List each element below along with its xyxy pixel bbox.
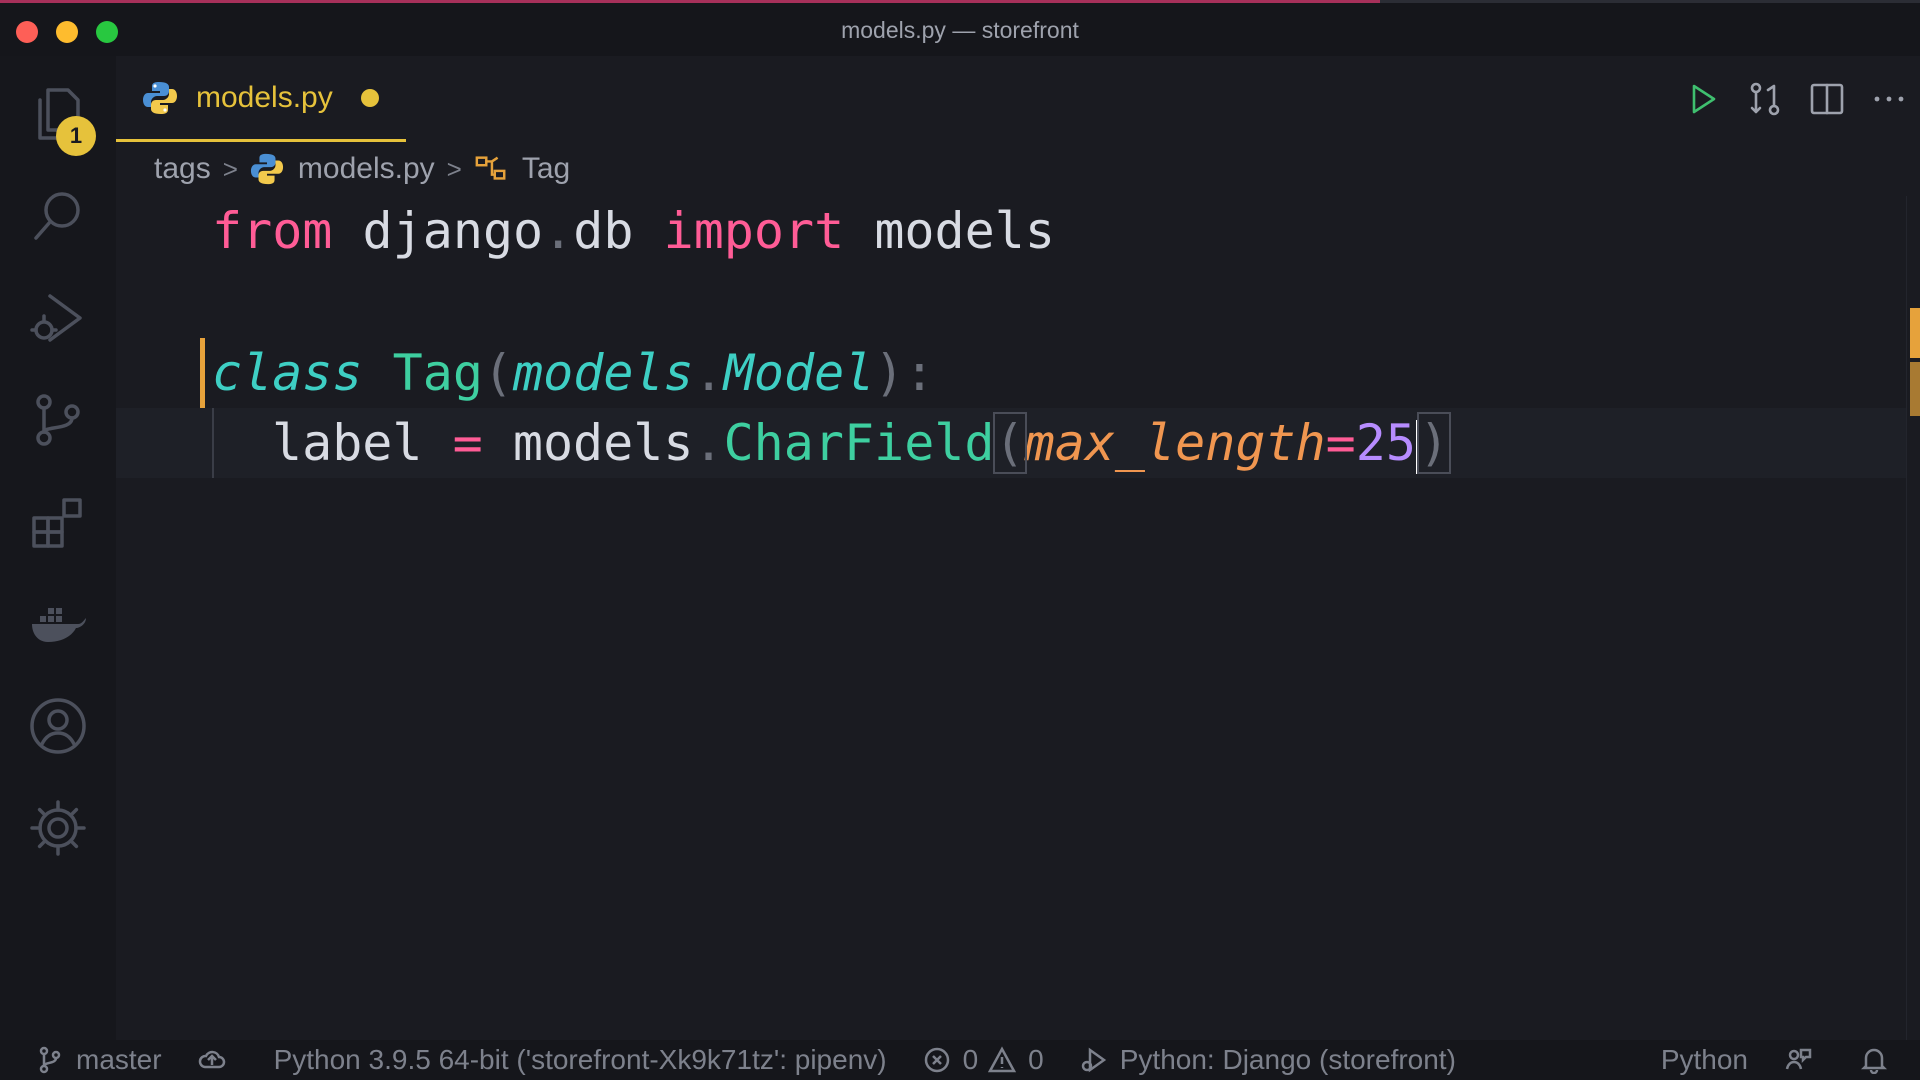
language-label: Python <box>1660 1044 1748 1075</box>
module-name: models <box>874 202 1055 260</box>
code-line-1[interactable]: from django.db import models <box>212 196 1055 266</box>
dot: . <box>693 414 724 472</box>
number-literal: 25 <box>1355 414 1416 472</box>
breadcrumb: tags > models.py > Tag <box>154 146 570 192</box>
python-interpreter-status[interactable]: Python 3.9.5 64-bit ('storefront-Xk9k71t… <box>274 1044 887 1076</box>
branch-status[interactable]: master <box>36 1044 162 1076</box>
source-control-icon[interactable] <box>26 388 90 452</box>
debug-config-label: Python: Django (storefront) <box>1119 1044 1456 1075</box>
cloud-upload-icon <box>198 1050 225 1069</box>
search-icon[interactable] <box>26 184 90 248</box>
chevron-right-icon: > <box>446 153 462 184</box>
error-icon <box>924 1047 949 1073</box>
warning-icon <box>988 1046 1017 1073</box>
notifications-status[interactable] <box>1860 1046 1900 1074</box>
tab-models-py[interactable]: models.py <box>116 56 406 142</box>
language-mode-status[interactable]: Python <box>1661 1044 1748 1076</box>
run-file-button[interactable] <box>1672 68 1734 130</box>
keyword-from: from <box>212 202 333 260</box>
branch-name: master <box>76 1044 162 1075</box>
python-file-icon <box>143 81 177 114</box>
git-branch-icon <box>39 1046 61 1074</box>
indent-guide <box>212 408 214 478</box>
explorer-badge: 1 <box>56 116 96 156</box>
problems-status[interactable]: 0 0 <box>923 1044 1044 1076</box>
base-class: Model <box>723 344 875 402</box>
code-editor[interactable]: from django.db import models class Tag(m… <box>116 196 1906 1040</box>
keyword-class: class <box>212 344 363 402</box>
class-symbol-icon <box>475 156 506 180</box>
breadcrumb-file[interactable]: models.py <box>298 152 435 186</box>
breadcrumb-symbol[interactable]: Tag <box>522 152 570 186</box>
module-name: models <box>512 414 694 472</box>
run-debug-icon[interactable] <box>26 286 90 350</box>
debug-launch-icon <box>1081 1047 1106 1073</box>
modified-marker <box>1910 308 1920 358</box>
modified-marker <box>1910 362 1920 416</box>
param-equals: = <box>1325 414 1356 472</box>
module-name: django <box>362 202 544 260</box>
base-module: models <box>513 344 694 402</box>
status-right-group: Python <box>1625 1044 1900 1076</box>
status-bar: master Python 3.9.5 64-bit ('storefront-… <box>0 1040 1920 1080</box>
overview-ruler[interactable] <box>1906 196 1920 1040</box>
matched-paren-close: ) <box>1416 412 1452 474</box>
open-changes-icon[interactable] <box>1734 68 1796 130</box>
class-name: Tag <box>392 344 483 402</box>
extensions-icon[interactable] <box>26 490 90 554</box>
feedback-person-icon <box>1785 1048 1812 1070</box>
docker-icon[interactable] <box>26 592 90 656</box>
sync-status[interactable] <box>198 1046 238 1074</box>
code-line-3[interactable]: class Tag(models.Model): <box>212 338 935 408</box>
matched-paren-open: ( <box>992 412 1027 474</box>
function-name: CharField <box>723 414 995 472</box>
colon: : <box>904 344 935 402</box>
param-name: max_length <box>1024 414 1326 472</box>
assign-operator: = <box>452 414 483 472</box>
python-file-icon <box>250 153 283 185</box>
warning-count: 0 <box>1028 1044 1044 1075</box>
editor-actions <box>1672 56 1920 142</box>
window-title: models.py — storefront <box>841 17 1079 43</box>
tab-bar: models.py <box>116 56 1920 144</box>
title-bar: models.py — storefront <box>0 0 1920 56</box>
tab-label: models.py <box>196 80 333 114</box>
paren-open: ( <box>482 344 514 402</box>
split-editor-icon[interactable] <box>1796 68 1858 130</box>
code-line-4[interactable]: label = models.CharField(max_length=25) <box>272 408 1452 478</box>
activity-bar: 1 <box>0 56 116 1040</box>
debug-config-status[interactable]: Python: Django (storefront) <box>1080 1044 1456 1076</box>
account-icon[interactable] <box>26 694 90 758</box>
chevron-right-icon: > <box>222 153 238 184</box>
keyword-import: import <box>663 202 845 260</box>
breadcrumb-folder[interactable]: tags <box>154 152 211 186</box>
error-count: 0 <box>962 1044 979 1075</box>
more-actions-icon[interactable] <box>1858 68 1920 130</box>
paren-close: ) <box>874 344 905 402</box>
module-name: db <box>573 202 634 260</box>
dot: . <box>693 344 724 402</box>
bell-icon <box>1860 1048 1888 1074</box>
unsaved-indicator <box>360 88 379 107</box>
interpreter-label: Python 3.9.5 64-bit ('storefront-Xk9k71t… <box>273 1044 887 1075</box>
settings-gear-icon[interactable] <box>26 796 90 860</box>
title-accent-line <box>0 0 1380 3</box>
field-name: label <box>272 414 423 472</box>
feedback-status[interactable] <box>1784 1046 1824 1074</box>
dot: . <box>543 202 574 260</box>
